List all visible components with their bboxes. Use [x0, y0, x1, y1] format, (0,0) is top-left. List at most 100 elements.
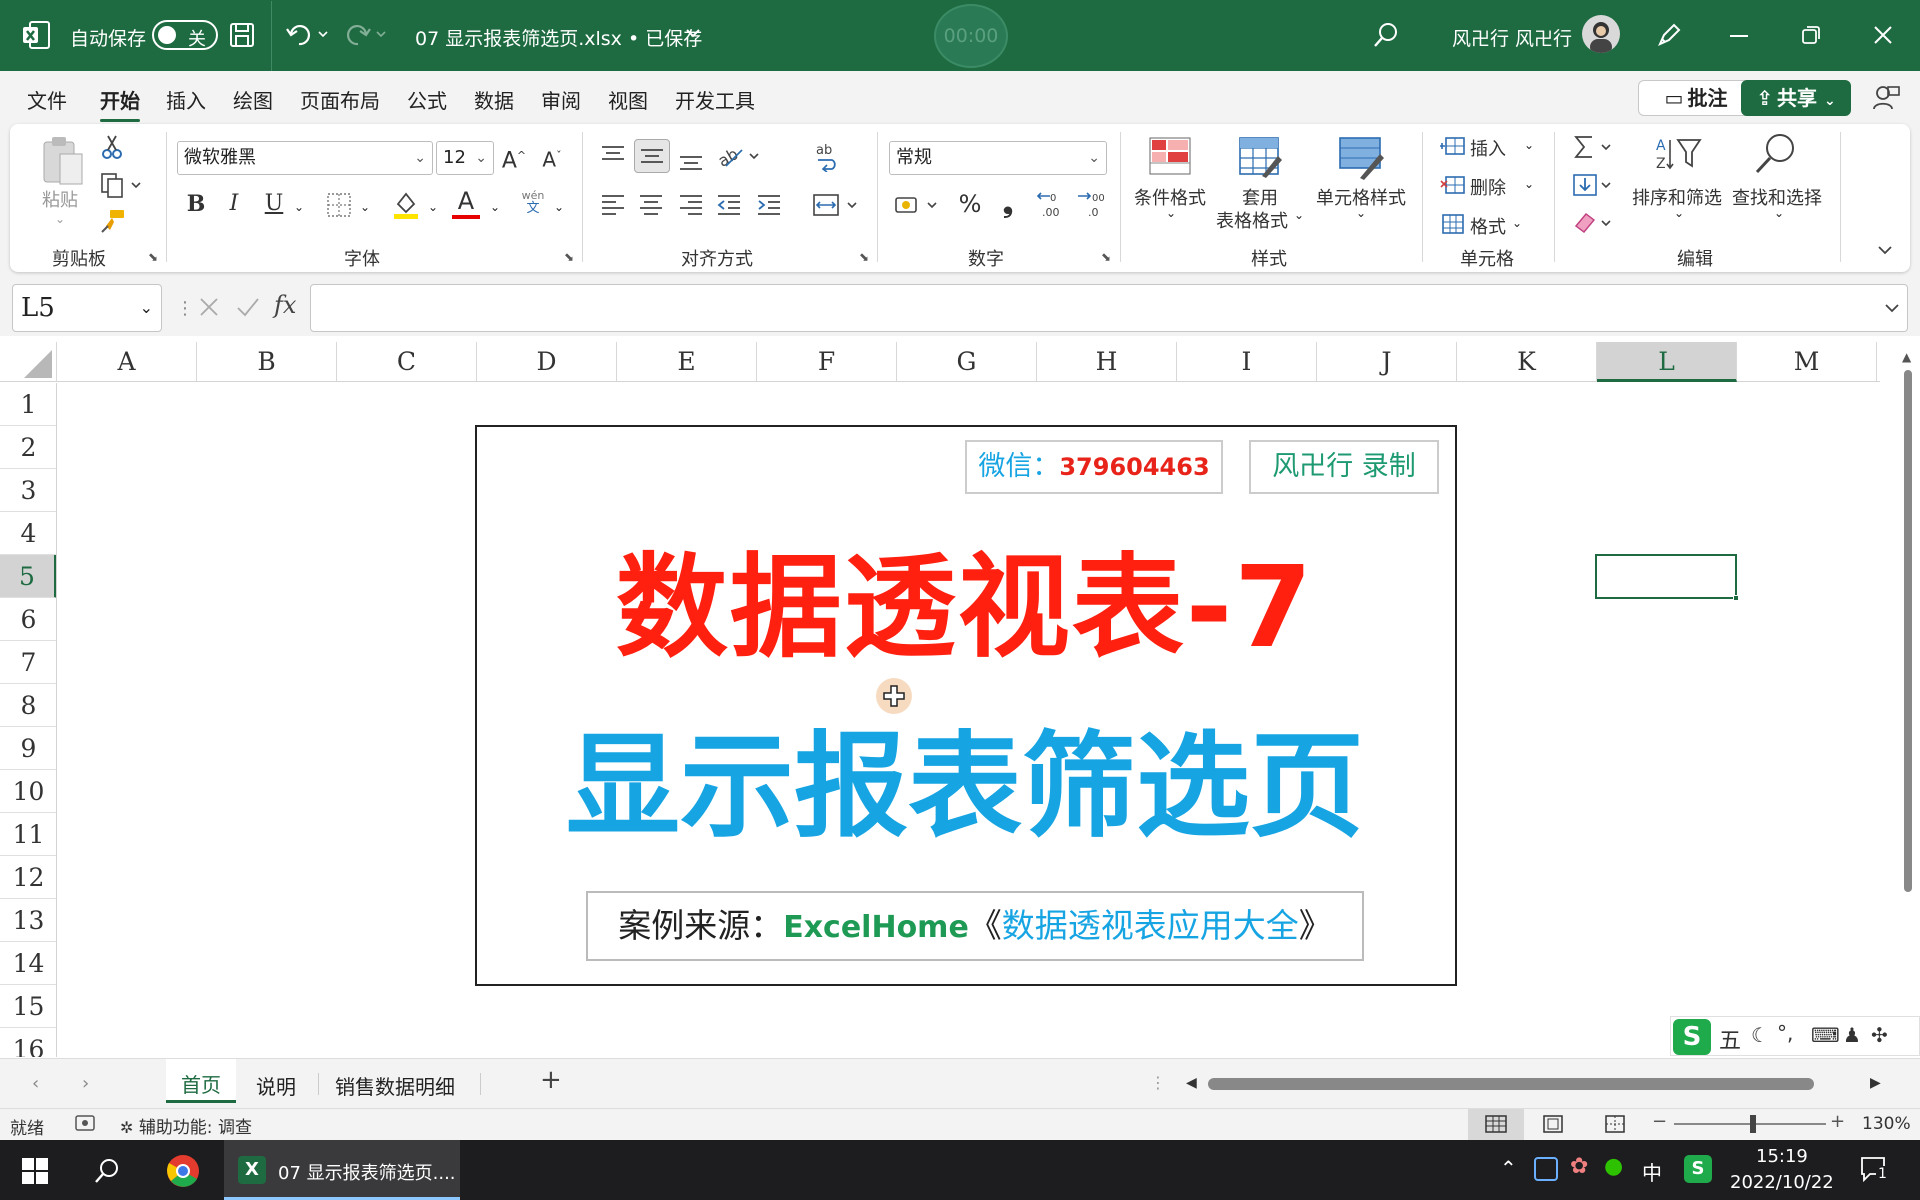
col-header-i[interactable]: I — [1177, 342, 1317, 382]
cancel-entry-icon[interactable] — [198, 296, 220, 318]
selected-cell-l5[interactable] — [1595, 554, 1739, 601]
input-language[interactable]: 中 — [1642, 1157, 1662, 1186]
row-header-14[interactable]: 14 — [0, 942, 56, 985]
zoom-out-button[interactable]: − — [1652, 1111, 1667, 1132]
row-header-1[interactable]: 1 — [0, 383, 56, 426]
menu-insert[interactable]: 插入 — [166, 85, 206, 114]
chevron-down-icon[interactable]: ⌄ — [1524, 177, 1534, 191]
col-header-l[interactable]: L — [1597, 342, 1737, 382]
row-header-10[interactable]: 10 — [0, 770, 56, 813]
chevron-down-icon[interactable]: ⌄ — [1356, 206, 1366, 220]
scroll-left-icon[interactable]: ◀ — [1186, 1075, 1197, 1091]
tray-chevron-icon[interactable]: ⌃ — [1500, 1156, 1517, 1180]
italic-button[interactable]: I — [222, 190, 246, 218]
menu-data[interactable]: 数据 — [474, 85, 514, 114]
row-header-3[interactable]: 3 — [0, 469, 56, 512]
menu-developer[interactable]: 开发工具 — [675, 85, 755, 114]
menu-file[interactable]: 文件 — [27, 85, 67, 114]
normal-view-button[interactable] — [1468, 1109, 1524, 1140]
tray-flower-icon[interactable]: ✿ — [1570, 1154, 1588, 1179]
paste-icon[interactable] — [40, 134, 86, 190]
sheet-tab-sales-detail[interactable]: 销售数据明细 — [335, 1071, 455, 1100]
search-icon[interactable] — [1373, 22, 1399, 48]
tab-splitter-icon[interactable]: ⋮ — [1150, 1073, 1166, 1092]
fill-handle[interactable] — [1733, 595, 1739, 601]
cell-styles-icon[interactable] — [1338, 136, 1386, 180]
row-header-4[interactable]: 4 — [0, 512, 56, 555]
formula-input[interactable] — [310, 284, 1908, 332]
menu-home[interactable]: 开始 — [100, 85, 140, 122]
ime-mode[interactable]: 五 — [1719, 1023, 1741, 1055]
fill-icon[interactable] — [1572, 172, 1616, 198]
next-sheet-icon[interactable]: › — [82, 1073, 89, 1094]
col-header-g[interactable]: G — [897, 342, 1037, 382]
chevron-down-icon[interactable] — [686, 28, 700, 38]
row-header-9[interactable]: 9 — [0, 727, 56, 770]
chevron-down-icon[interactable]: ⌄ — [1512, 216, 1522, 230]
zoom-slider-handle[interactable] — [1750, 1115, 1756, 1133]
font-size-combo[interactable]: 12 ⌄ — [436, 141, 494, 175]
col-header-a[interactable]: A — [57, 342, 197, 382]
sheet-tab-notes[interactable]: 说明 — [256, 1071, 296, 1100]
vertical-scrollbar[interactable]: ▲ — [1896, 350, 1920, 1060]
chevron-down-icon[interactable]: ⌄ — [428, 200, 438, 214]
align-top-icon[interactable] — [600, 144, 626, 168]
close-icon[interactable] — [1874, 26, 1892, 44]
wechat-icon[interactable]: ● — [1604, 1154, 1623, 1179]
align-left-icon[interactable] — [600, 192, 626, 216]
notification-icon[interactable]: 1 — [1860, 1156, 1890, 1182]
sogou-tray-icon[interactable]: S — [1684, 1155, 1712, 1183]
menu-draw[interactable]: 绘图 — [233, 85, 273, 114]
zoom-level[interactable]: 130% — [1862, 1114, 1911, 1134]
chevron-down-icon[interactable]: ⌄ — [55, 212, 65, 226]
menu-formulas[interactable]: 公式 — [407, 85, 447, 114]
row-header-7[interactable]: 7 — [0, 641, 56, 684]
dialog-launcher-icon[interactable]: ⬊ — [564, 250, 574, 264]
tray-app-icon[interactable] — [1534, 1157, 1558, 1181]
font-name-combo[interactable]: 微软雅黑 ⌄ — [177, 141, 433, 175]
delete-cells-label[interactable]: 删除 — [1470, 174, 1506, 200]
share-button[interactable]: ⇪ 共享 ⌄ — [1741, 80, 1851, 116]
align-right-icon[interactable] — [678, 192, 704, 216]
select-all-button[interactable] — [0, 342, 57, 382]
row-header-15[interactable]: 15 — [0, 985, 56, 1028]
col-header-d[interactable]: D — [477, 342, 617, 382]
save-icon[interactable] — [229, 22, 255, 48]
align-center-icon[interactable] — [638, 192, 664, 216]
chevron-down-icon[interactable]: ⌄ — [554, 200, 564, 214]
user-icon[interactable]: ♟ — [1843, 1023, 1861, 1047]
row-header-6[interactable]: 6 — [0, 598, 56, 641]
insert-cells-icon[interactable] — [1440, 134, 1466, 158]
sheet-tab-home[interactable]: 首页 — [166, 1059, 236, 1103]
chevron-down-icon[interactable]: ⌄ — [1166, 206, 1176, 220]
menu-view[interactable]: 视图 — [608, 85, 648, 114]
accessibility-icon[interactable]: ✲ 辅助功能: 调查 — [120, 1113, 252, 1138]
menu-review[interactable]: 审阅 — [541, 85, 581, 114]
menu-page-layout[interactable]: 页面布局 — [300, 85, 380, 114]
col-header-b[interactable]: B — [197, 342, 337, 382]
minimize-icon[interactable] — [1730, 35, 1748, 37]
row-header-11[interactable]: 11 — [0, 813, 56, 856]
grid-menu-icon[interactable]: ✣ — [1871, 1023, 1888, 1047]
conditional-formatting-icon[interactable] — [1148, 136, 1192, 176]
increase-font-size-icon[interactable]: A^ — [500, 142, 528, 175]
clear-icon[interactable] — [1572, 210, 1616, 236]
border-icon[interactable] — [326, 192, 352, 218]
undo-icon[interactable] — [285, 20, 329, 48]
col-header-j[interactable]: J — [1317, 342, 1457, 382]
keyboard-icon[interactable]: ⌨ — [1811, 1023, 1840, 1047]
add-sheet-button[interactable]: + — [540, 1065, 562, 1095]
font-color-icon[interactable]: A — [452, 188, 480, 219]
bold-button[interactable]: B — [184, 190, 208, 218]
dialog-launcher-icon[interactable]: ⬊ — [1101, 250, 1111, 264]
macro-record-icon[interactable] — [74, 1113, 96, 1133]
restore-icon[interactable] — [1802, 26, 1820, 44]
vertical-scroll-thumb[interactable] — [1904, 370, 1912, 892]
increase-decimal-icon[interactable]: .00 0 — [1036, 190, 1066, 218]
user-name[interactable]: 风卍行 风卍行 — [1452, 24, 1572, 51]
row-header-8[interactable]: 8 — [0, 684, 56, 727]
chevron-down-icon[interactable]: ⌄ — [490, 200, 500, 214]
more-options-icon[interactable]: ⋮ — [176, 298, 194, 319]
row-header-5[interactable]: 5 — [0, 555, 56, 598]
find-select-icon[interactable] — [1754, 132, 1798, 176]
